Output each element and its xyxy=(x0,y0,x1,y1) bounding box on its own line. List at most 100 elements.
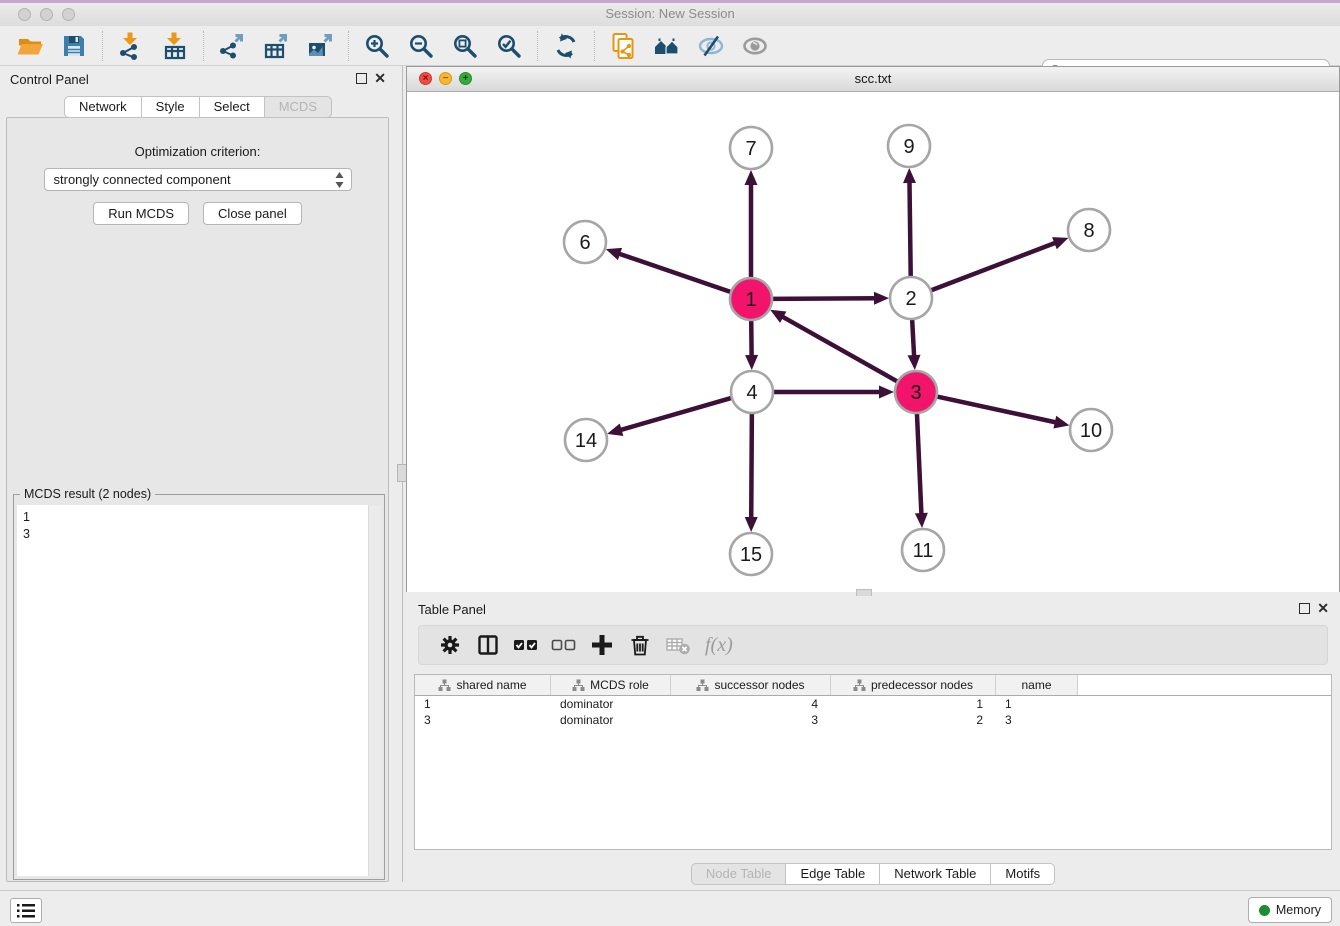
tab-network-table[interactable]: Network Table xyxy=(880,863,991,885)
result-item[interactable]: 3 xyxy=(17,526,381,543)
tab-select[interactable]: Select xyxy=(200,96,265,118)
graph-node-label-15: 15 xyxy=(740,544,762,566)
clone-network-icon[interactable] xyxy=(609,32,637,60)
table-cell[interactable]: dominator xyxy=(551,696,671,712)
function-builder-icon[interactable]: f(x) xyxy=(705,634,733,657)
graph-node-label-7: 7 xyxy=(745,138,756,160)
deselect-all-columns-icon[interactable] xyxy=(551,632,577,658)
column-label: predecessor nodes xyxy=(871,678,973,692)
network-window-title: scc.txt xyxy=(407,71,1339,86)
export-table-icon[interactable] xyxy=(262,32,290,60)
float-panel-icon[interactable] xyxy=(356,73,367,84)
zoom-out-icon[interactable] xyxy=(407,32,435,60)
table-cell[interactable]: 2 xyxy=(831,712,996,728)
tab-style[interactable]: Style xyxy=(142,96,200,118)
open-session-icon[interactable] xyxy=(16,32,44,60)
network-window-titlebar[interactable]: × − + scc.txt xyxy=(407,67,1339,92)
table-row[interactable]: 3dominator323 xyxy=(415,712,1331,728)
result-scrollbar[interactable] xyxy=(368,505,381,876)
zoom-fit-icon[interactable] xyxy=(451,32,479,60)
table-cell[interactable]: 4 xyxy=(671,696,831,712)
import-table-icon[interactable] xyxy=(161,32,189,60)
column-type-icon xyxy=(696,679,709,692)
graph-arrowhead-2-3 xyxy=(908,355,921,370)
table-cell[interactable]: 1 xyxy=(415,696,551,712)
toolbar-separator xyxy=(102,31,103,61)
tab-motifs[interactable]: Motifs xyxy=(991,863,1055,885)
memory-label: Memory xyxy=(1276,903,1321,917)
select-all-columns-icon[interactable] xyxy=(513,632,539,658)
show-column-panel-icon[interactable] xyxy=(475,632,501,658)
close-panel-button[interactable]: Close panel xyxy=(203,202,302,225)
graph-edge-3-10[interactable] xyxy=(937,396,1059,423)
column-header-MCDS-role[interactable]: MCDS role xyxy=(551,675,671,695)
delete-columns-icon[interactable] xyxy=(627,632,653,658)
column-header-successor-nodes[interactable]: successor nodes xyxy=(671,675,831,695)
column-header-name[interactable]: name xyxy=(996,675,1078,695)
graph-edge-2-3[interactable] xyxy=(912,319,914,359)
delete-table-icon[interactable] xyxy=(665,632,691,658)
column-label: shared name xyxy=(456,678,526,692)
import-network-icon[interactable] xyxy=(117,32,145,60)
graph-arrowhead-4-15 xyxy=(745,517,758,532)
control-panel-tabs: NetworkStyleSelectMCDS xyxy=(0,96,396,118)
network-canvas-svg[interactable]: 7968124314101511 xyxy=(407,92,1339,592)
export-image-icon[interactable] xyxy=(306,32,334,60)
close-table-panel-icon[interactable]: ✕ xyxy=(1317,600,1329,616)
mcds-result-title: MCDS result (2 nodes) xyxy=(20,487,155,501)
graph-arrowhead-2-8 xyxy=(1052,237,1068,249)
save-session-icon[interactable] xyxy=(60,32,88,60)
task-history-button[interactable] xyxy=(10,898,42,923)
vertical-splitter[interactable] xyxy=(396,66,406,882)
table-cell[interactable]: 3 xyxy=(415,712,551,728)
float-table-panel-icon[interactable] xyxy=(1299,603,1310,614)
graph-edge-4-15[interactable] xyxy=(751,413,752,521)
graph-arrowhead-3-10 xyxy=(1053,416,1069,429)
export-network-icon[interactable] xyxy=(218,32,246,60)
first-neighbors-icon[interactable] xyxy=(653,32,681,60)
mcds-result-list[interactable]: 13 xyxy=(17,505,381,876)
toolbar-separator xyxy=(594,31,595,61)
graph-edge-4-14[interactable] xyxy=(618,398,732,431)
graph-edge-2-8[interactable] xyxy=(931,242,1059,291)
show-all-icon[interactable] xyxy=(741,32,769,60)
zoom-in-icon[interactable] xyxy=(363,32,391,60)
optimization-criterion-select[interactable]: strongly connected component xyxy=(44,168,352,191)
tab-node-table[interactable]: Node Table xyxy=(691,863,787,885)
table-cell[interactable]: 3 xyxy=(996,712,1078,728)
column-header-predecessor-nodes[interactable]: predecessor nodes xyxy=(831,675,996,695)
status-bar: Memory xyxy=(0,890,1340,926)
graph-node-label-14: 14 xyxy=(575,430,597,452)
table-cell[interactable]: 3 xyxy=(671,712,831,728)
column-header-shared-name[interactable]: shared name xyxy=(415,675,551,695)
run-mcds-button[interactable]: Run MCDS xyxy=(93,202,189,225)
result-item[interactable]: 1 xyxy=(17,509,381,526)
graph-node-label-3: 3 xyxy=(910,382,921,404)
title-accent-strip xyxy=(0,0,1340,3)
tab-edge-table[interactable]: Edge Table xyxy=(786,863,880,885)
graph-edge-1-2[interactable] xyxy=(772,298,878,299)
network-canvas[interactable]: 7968124314101511 xyxy=(407,92,1339,592)
add-column-icon[interactable] xyxy=(589,632,615,658)
memory-button[interactable]: Memory xyxy=(1248,897,1332,923)
tab-mcds[interactable]: MCDS xyxy=(265,96,332,118)
table-cell[interactable]: 1 xyxy=(996,696,1078,712)
graph-edge-3-1[interactable] xyxy=(780,315,898,381)
table-cell[interactable]: 1 xyxy=(831,696,996,712)
close-panel-icon[interactable]: ✕ xyxy=(374,70,386,86)
node-table[interactable]: shared name MCDS role successor nodes prede… xyxy=(414,674,1332,850)
column-type-icon xyxy=(438,679,451,692)
hide-selected-icon[interactable] xyxy=(697,32,725,60)
zoom-selected-icon[interactable] xyxy=(495,32,523,60)
tab-network[interactable]: Network xyxy=(64,96,142,118)
table-cell[interactable]: dominator xyxy=(551,712,671,728)
graph-edge-2-9[interactable] xyxy=(909,179,910,277)
settings-icon[interactable] xyxy=(437,632,463,658)
column-label: successor nodes xyxy=(714,678,804,692)
column-label: MCDS role xyxy=(590,678,649,692)
table-row[interactable]: 1dominator411 xyxy=(415,696,1331,712)
refresh-icon[interactable] xyxy=(552,32,580,60)
graph-edge-1-6[interactable] xyxy=(616,253,731,292)
column-label: name xyxy=(1021,678,1051,692)
graph-edge-3-11[interactable] xyxy=(917,413,922,517)
